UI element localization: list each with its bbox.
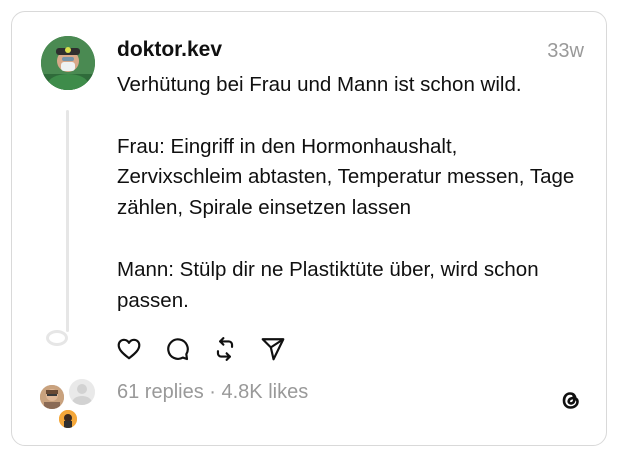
post-text: Verhütung bei Frau und Mann ist schon wi…	[117, 73, 575, 312]
reply-avatar[interactable]	[59, 410, 77, 428]
username[interactable]: doktor.kev	[117, 38, 222, 62]
timestamp: 33w	[547, 40, 584, 62]
like-button[interactable]	[116, 336, 144, 364]
avatar[interactable]	[41, 36, 95, 90]
thread-line	[66, 110, 69, 332]
repost-icon	[216, 337, 234, 361]
reply-button[interactable]	[164, 336, 192, 364]
threads-logo-icon[interactable]	[557, 386, 585, 414]
heart-icon	[117, 338, 141, 360]
post-stats[interactable]: 61 replies · 4.8K likes	[117, 381, 308, 404]
comment-icon	[167, 338, 189, 361]
reply-avatar-placeholder[interactable]	[67, 377, 97, 407]
reply-avatar[interactable]	[40, 385, 64, 409]
repost-button[interactable]	[212, 336, 240, 364]
send-icon	[261, 338, 285, 361]
share-button[interactable]	[260, 336, 288, 364]
thread-loop	[46, 330, 68, 346]
